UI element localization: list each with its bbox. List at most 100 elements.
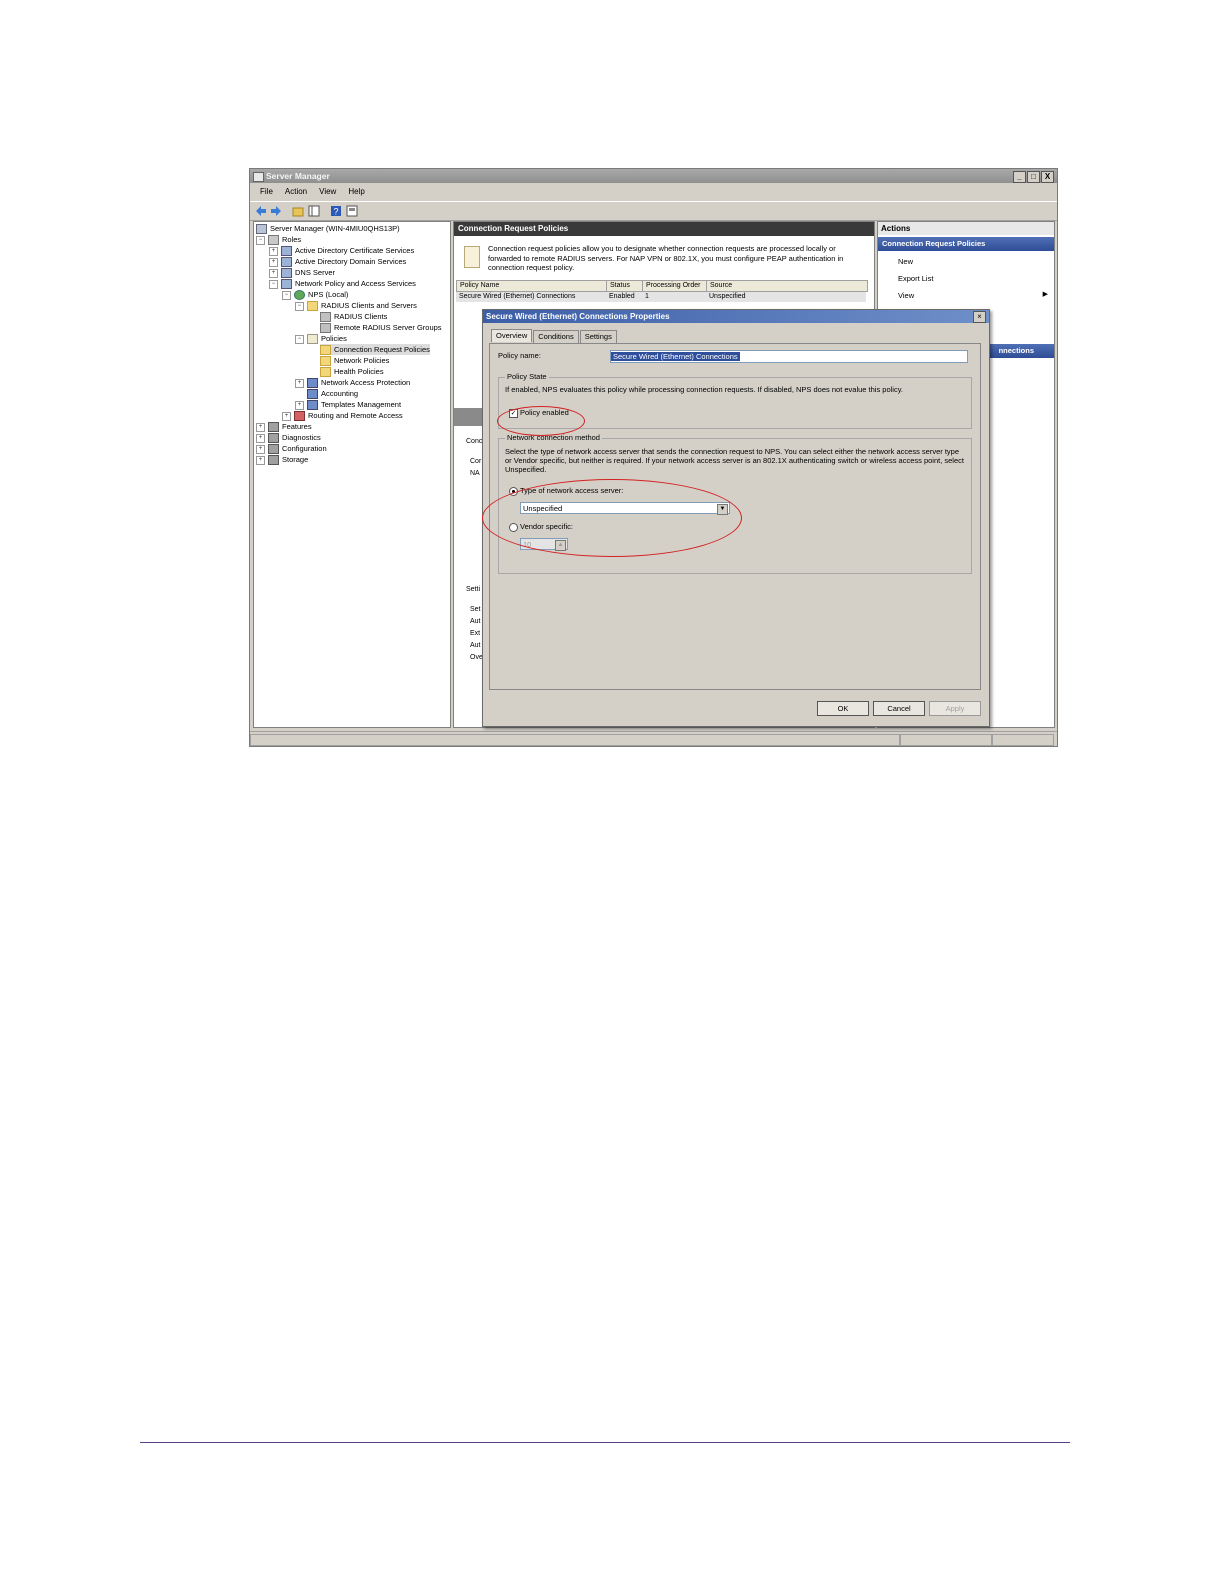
storage-icon bbox=[268, 455, 279, 466]
actions-section-header[interactable]: Connection Request Policies bbox=[878, 237, 1054, 251]
expand-icon[interactable]: + bbox=[256, 433, 265, 443]
submenu-arrow-icon: ▶ bbox=[1042, 291, 1048, 298]
policy-icon bbox=[307, 334, 318, 345]
fragment-text: Conc bbox=[466, 438, 483, 445]
folder-icon bbox=[307, 301, 318, 312]
roles-icon bbox=[268, 235, 279, 246]
tab-settings[interactable]: Settings bbox=[579, 330, 617, 343]
tree-item[interactable]: Server Manager (WIN-4MIU0QHS13P) bbox=[256, 223, 400, 235]
tab-overview[interactable]: Overview bbox=[491, 329, 533, 342]
expand-icon[interactable]: + bbox=[295, 378, 304, 388]
cancel-button[interactable]: Cancel bbox=[873, 701, 925, 716]
tree-item[interactable]: Health Policies bbox=[320, 366, 384, 378]
tree-item[interactable]: Accounting bbox=[307, 388, 358, 400]
globe-icon bbox=[294, 290, 305, 301]
collapse-icon[interactable]: − bbox=[256, 235, 265, 245]
pane-description: Connection request policies allow you to… bbox=[488, 244, 844, 272]
dialog-close-button[interactable]: × bbox=[973, 311, 986, 323]
table-row[interactable]: Secure Wired (Ethernet) Connections Enab… bbox=[456, 292, 866, 302]
action-new[interactable]: New bbox=[898, 257, 913, 266]
collapse-icon[interactable]: − bbox=[295, 301, 304, 311]
tree-item[interactable]: RADIUS Clients bbox=[320, 311, 387, 323]
tree-item[interactable]: + DNS Server bbox=[269, 267, 335, 279]
forward-arrow-icon[interactable] bbox=[270, 205, 282, 217]
service-icon bbox=[281, 257, 292, 268]
toolbar: ? bbox=[250, 201, 1057, 221]
column-header[interactable]: Policy Name bbox=[457, 281, 607, 291]
service-icon bbox=[281, 279, 292, 290]
tree-item[interactable]: + Configuration bbox=[256, 443, 327, 455]
close-button[interactable]: X bbox=[1041, 171, 1054, 183]
tree-item[interactable]: + Active Directory Certificate Services bbox=[269, 245, 414, 257]
expand-icon[interactable]: + bbox=[256, 422, 265, 432]
menu-help[interactable]: Help bbox=[342, 185, 370, 199]
up-folder-icon[interactable] bbox=[292, 205, 304, 217]
status-bar bbox=[250, 731, 1057, 746]
pane-title: Connection Request Policies bbox=[454, 222, 874, 236]
ok-button[interactable]: OK bbox=[817, 701, 869, 716]
tree-item[interactable]: + Features bbox=[256, 421, 312, 433]
menu-bar: File Action View Help bbox=[250, 185, 1057, 199]
tree-item[interactable]: + Storage bbox=[256, 454, 308, 466]
expand-icon[interactable]: + bbox=[256, 455, 265, 465]
minimize-button[interactable]: _ bbox=[1013, 171, 1026, 183]
menu-action[interactable]: Action bbox=[279, 185, 313, 199]
tab-conditions[interactable]: Conditions bbox=[533, 330, 579, 343]
expand-icon[interactable]: + bbox=[295, 400, 304, 410]
policy-state-title: Policy State bbox=[505, 372, 549, 381]
apply-button[interactable]: Apply bbox=[929, 701, 981, 716]
column-header[interactable]: Status bbox=[607, 281, 643, 291]
menu-file[interactable]: File bbox=[254, 185, 279, 199]
tree-item[interactable]: + Routing and Remote Access bbox=[282, 410, 403, 422]
page-footer-rule bbox=[140, 1442, 1070, 1443]
collapse-icon[interactable]: − bbox=[282, 290, 291, 300]
collapse-icon[interactable]: − bbox=[269, 279, 278, 289]
service-icon bbox=[307, 400, 318, 411]
policy-state-description: If enabled, NPS evaluates this policy wh… bbox=[505, 385, 904, 394]
expand-icon[interactable]: + bbox=[282, 411, 291, 421]
tree-item-selected[interactable]: Connection Request Policies bbox=[320, 344, 430, 356]
help-icon[interactable]: ? bbox=[330, 205, 342, 217]
back-arrow-icon[interactable] bbox=[255, 205, 267, 217]
column-header[interactable]: Source bbox=[707, 281, 867, 291]
column-header[interactable]: Processing Order bbox=[643, 281, 707, 291]
tree-item[interactable]: − Roles bbox=[256, 234, 301, 246]
tree-item[interactable]: − Policies bbox=[295, 333, 347, 345]
tree-item[interactable]: + Active Directory Domain Services bbox=[269, 256, 406, 268]
show-hide-tree-icon[interactable] bbox=[308, 205, 320, 217]
screenshot-frame: Server Manager _ □ X File Action View He… bbox=[249, 168, 1058, 747]
collapse-icon[interactable]: − bbox=[295, 334, 304, 344]
service-icon bbox=[307, 378, 318, 389]
folder-icon bbox=[320, 367, 331, 378]
server-icon bbox=[320, 323, 331, 334]
action-export-list[interactable]: Export List bbox=[898, 274, 933, 283]
fragment-text: Set bbox=[470, 606, 481, 613]
tree-item[interactable]: + Network Access Protection bbox=[295, 377, 410, 389]
tree-item[interactable]: − NPS (Local) bbox=[282, 289, 348, 301]
fragment-text: Aut bbox=[470, 618, 481, 625]
order-cell: 1 bbox=[645, 293, 649, 300]
tree-item[interactable]: − Network Policy and Access Services bbox=[269, 278, 416, 290]
tree-item[interactable]: Network Policies bbox=[320, 355, 389, 367]
expand-icon[interactable]: + bbox=[256, 444, 265, 454]
tree-item[interactable]: − RADIUS Clients and Servers bbox=[295, 300, 417, 312]
fragment-text: Aut bbox=[470, 642, 481, 649]
tree-item[interactable]: Remote RADIUS Server Groups bbox=[320, 322, 442, 334]
properties-icon[interactable] bbox=[346, 205, 358, 217]
expand-icon[interactable]: + bbox=[269, 257, 278, 267]
menu-view[interactable]: View bbox=[313, 185, 342, 199]
status-cell: Enabled bbox=[609, 293, 635, 300]
expand-icon[interactable]: + bbox=[269, 268, 278, 278]
status-panel bbox=[992, 734, 1054, 746]
status-panel bbox=[900, 734, 992, 746]
tree-item[interactable]: + Templates Management bbox=[295, 399, 401, 411]
diagnostics-icon bbox=[268, 433, 279, 444]
policy-name-input[interactable]: Secure Wired (Ethernet) Connections bbox=[610, 350, 968, 363]
service-icon bbox=[281, 268, 292, 279]
action-view[interactable]: View bbox=[898, 291, 914, 300]
details-header-bar bbox=[454, 408, 484, 426]
maximize-button[interactable]: □ bbox=[1027, 171, 1040, 183]
tree-item[interactable]: + Diagnostics bbox=[256, 432, 321, 444]
expand-icon[interactable]: + bbox=[269, 246, 278, 256]
policy-name-label: Policy name: bbox=[498, 351, 541, 360]
